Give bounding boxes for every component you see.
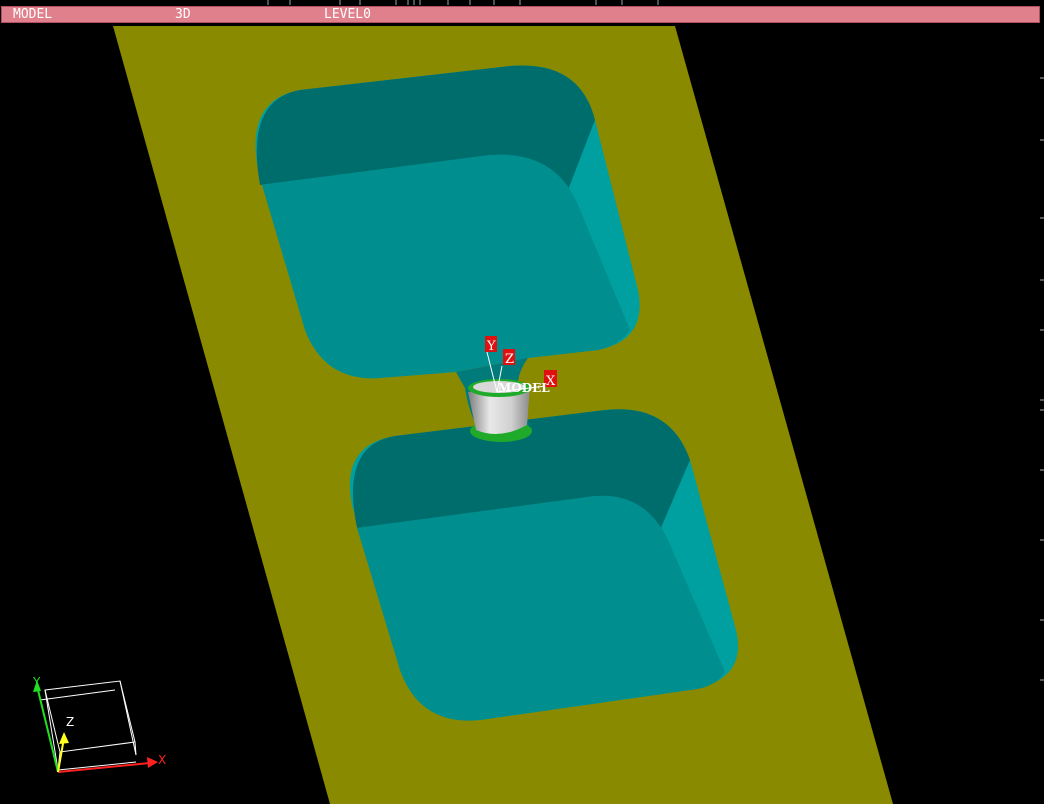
triad-y-label: Y xyxy=(486,339,496,354)
triad-z-label: Z xyxy=(505,352,514,367)
triad-model-label: MODEL xyxy=(498,381,550,395)
cube-x-axis xyxy=(57,762,151,773)
lower-pocket xyxy=(349,409,739,721)
cube-z-label: Z xyxy=(66,715,74,729)
model-viewport[interactable]: Y Z X MODEL Y X Z xyxy=(0,0,1044,804)
upper-pocket xyxy=(255,65,640,379)
cube-x-label: X xyxy=(158,753,166,767)
right-edge-ticks xyxy=(1040,77,1044,681)
cube-y-label: Y xyxy=(32,675,41,689)
view-orientation-cube[interactable]: Y X Z xyxy=(32,675,166,773)
